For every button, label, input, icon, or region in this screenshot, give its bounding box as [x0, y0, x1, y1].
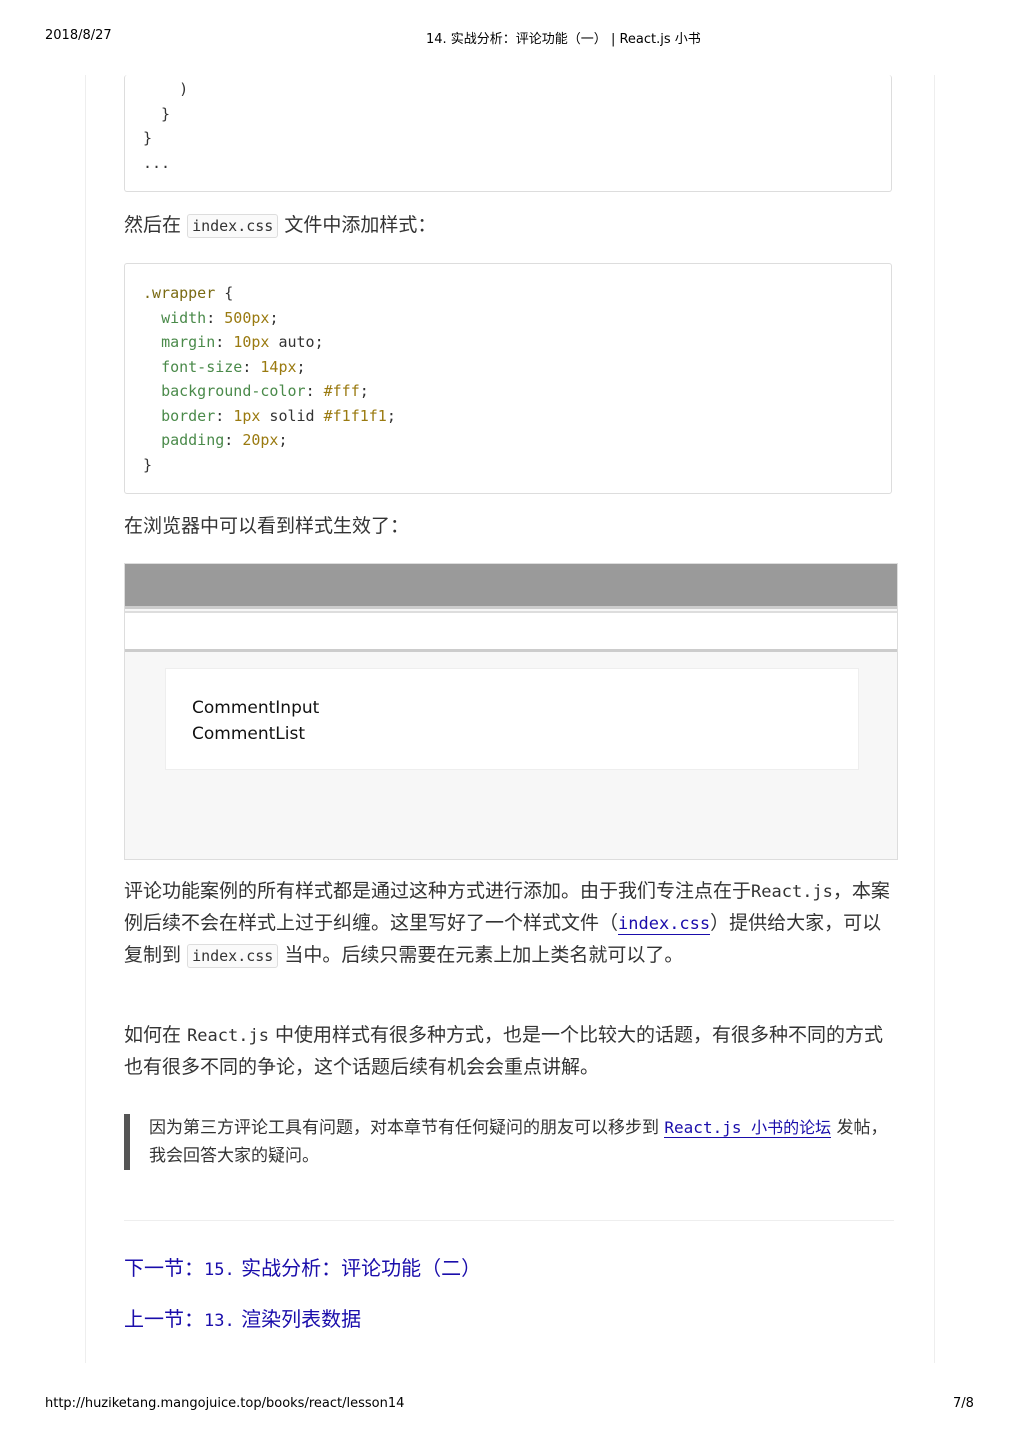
inline-code: React.js: [187, 1026, 269, 1046]
code-block-2: .wrapper { width: 500px; margin: 10px au…: [124, 263, 892, 494]
paragraph-3: 评论功能案例的所有样式都是通过这种方式进行添加。由于我们专注点在于React.j…: [124, 876, 894, 972]
code-line: .wrapper {: [143, 284, 234, 302]
code-line: width: 500px;: [161, 308, 279, 327]
paragraph-4: 如何在 React.js 中使用样式有很多种方式，也是一个比较大的话题，有很多种…: [124, 1020, 894, 1083]
code-line: font-size: 14px;: [161, 357, 306, 376]
code-line: }: [143, 455, 153, 474]
text: 当中。后续只需要在元素上加上类名就可以了。: [284, 944, 684, 966]
text: 然后在: [124, 214, 182, 236]
code-line: }: [143, 104, 171, 123]
inline-code: React.js: [751, 882, 833, 902]
code-line: padding: 20px;: [161, 431, 288, 449]
index-css-link[interactable]: index.css: [618, 914, 711, 935]
code-line: border: 1px solid #f1f1f1;: [161, 406, 396, 425]
print-title: 14. 实战分析：评论功能（一） | React.js 小书: [426, 32, 701, 47]
text: 评论功能案例的所有样式都是通过这种方式进行添加。由于我们专注点在于: [124, 880, 752, 902]
code-block-1: ) }}...: [124, 75, 892, 192]
paragraph-2: 在浏览器中可以看到样式生效了：: [124, 515, 410, 537]
text: 因为第三方评论工具有问题，对本章节有任何疑问的朋友可以移步到: [149, 1118, 659, 1138]
code-line: margin: 10px auto;: [161, 333, 324, 351]
preview-comment-input: CommentInput: [192, 698, 320, 718]
inline-code: index.css: [187, 944, 279, 968]
text: 文件中添加样式：: [284, 214, 437, 236]
next-lesson-link[interactable]: 下一节：15. 实战分析：评论功能（二）: [124, 1252, 481, 1281]
code-line: }: [143, 129, 153, 147]
prev-lesson-link[interactable]: 上一节：13. 渲染列表数据: [124, 1303, 361, 1332]
blockquote: 因为第三方评论工具有问题，对本章节有任何疑问的朋友可以移步到 React.js …: [124, 1114, 894, 1170]
paragraph-1: 然后在 index.css 文件中添加样式：: [124, 210, 894, 242]
code-line: ): [143, 80, 189, 98]
code-line: ...: [143, 153, 171, 172]
preview-comment-list: CommentList: [192, 724, 306, 744]
inline-code: index.css: [187, 214, 279, 238]
divider: [124, 1220, 894, 1221]
forum-link[interactable]: React.js 小书的论坛: [664, 1118, 832, 1138]
print-date: 2018/8/27: [45, 28, 112, 43]
browser-preview-image: CommentInput CommentList: [124, 563, 898, 860]
text: 如何在: [124, 1024, 182, 1046]
code-line: background-color: #fff;: [161, 382, 369, 400]
print-url: http://huziketang.mangojuice.top/books/r…: [45, 1396, 405, 1411]
page-number: 7/8: [953, 1396, 974, 1411]
